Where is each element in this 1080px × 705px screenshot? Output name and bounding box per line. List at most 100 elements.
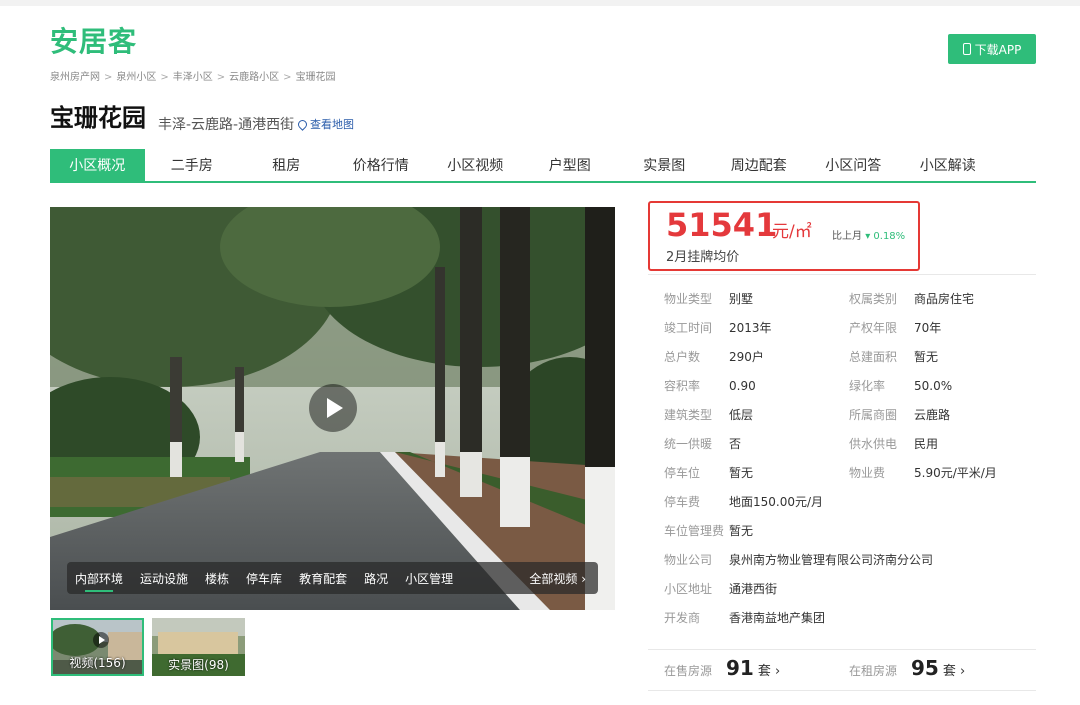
breadcrumb-item[interactable]: 云鹿路小区 [229, 72, 279, 83]
info-row: 总建面积 暂无 [849, 348, 938, 376]
breadcrumb-item[interactable]: 泉州小区 [116, 72, 156, 83]
video-thumbnail-label: 视频(156) [69, 656, 126, 670]
for-rent-count: 95 [911, 656, 939, 680]
tab-floorplan[interactable]: 户型图 [523, 149, 618, 181]
info-value: 0.90 [729, 379, 756, 393]
info-key: 物业公司 [664, 553, 713, 567]
info-row: 统一供暖 否 [664, 435, 741, 463]
info-row: 物业公司 泉州南方物业管理有限公司济南分公司 [664, 551, 933, 579]
tab-analysis[interactable]: 小区解读 [901, 149, 996, 181]
page-title: 宝珊花园 [50, 104, 146, 132]
info-key: 总建面积 [849, 350, 898, 364]
info-row: 车位管理费 暂无 [664, 522, 753, 550]
info-value: 民用 [914, 437, 939, 451]
video-thumbnail[interactable]: 视频(156) [51, 618, 144, 676]
info-key: 停车位 [664, 466, 701, 480]
tab-price-trend[interactable]: 价格行情 [334, 149, 429, 181]
price-unit: 元/㎡ [772, 222, 812, 242]
tab-second-hand[interactable]: 二手房 [145, 149, 240, 181]
down-arrow-icon: ▾ [865, 231, 871, 242]
tab-video[interactable]: 小区视频 [428, 149, 523, 181]
video-cat-garage[interactable]: 停车库 [246, 570, 282, 587]
video-cat-sports[interactable]: 运动设施 [140, 570, 188, 587]
info-key: 统一供暖 [664, 437, 713, 451]
video-cat-management[interactable]: 小区管理 [405, 570, 453, 587]
info-key: 总户数 [664, 350, 701, 364]
info-key: 小区地址 [664, 582, 713, 596]
download-app-label: 下载APP [974, 42, 1022, 57]
info-value: 否 [729, 437, 742, 451]
site-logo[interactable]: 安居客 [50, 24, 137, 60]
tab-rent[interactable]: 租房 [239, 149, 334, 181]
divider [648, 690, 1036, 691]
info-value: 别墅 [729, 292, 754, 306]
breadcrumb-separator: > [216, 72, 226, 83]
breadcrumb: 泉州房产网 > 泉州小区 > 丰泽小区 > 云鹿路小区 > 宝珊花园 [50, 68, 336, 83]
info-key: 权属类别 [849, 292, 898, 306]
info-row: 权属类别 商品房住宅 [849, 290, 974, 318]
for-rent-listings[interactable]: 在租房源 95 套 › [849, 656, 965, 680]
all-videos-link[interactable]: 全部视频 › [529, 570, 586, 587]
photo-thumbnail[interactable]: 实景图(98) [152, 618, 245, 676]
info-row: 供水供电 民用 [849, 435, 938, 463]
price-highlight-box: 51541 元/㎡ 比上月 ▾ 0.18% 2月挂牌均价 [648, 201, 920, 271]
for-sale-listings[interactable]: 在售房源 91 套 › [664, 656, 780, 680]
info-row: 小区地址 通港西街 [664, 580, 777, 608]
info-key: 开发商 [664, 611, 701, 625]
download-app-button[interactable]: 下载APP [948, 34, 1036, 64]
play-triangle [327, 398, 343, 418]
video-category-bar: 内部环境 运动设施 楼栋 停车库 教育配套 路况 小区管理 全部视频 › [67, 562, 598, 594]
tab-photos[interactable]: 实景图 [617, 149, 712, 181]
play-icon[interactable] [309, 384, 357, 432]
for-rent-unit: 套 › [942, 664, 966, 679]
view-map-label: 查看地图 [310, 118, 354, 131]
info-key: 供水供电 [849, 437, 898, 451]
info-key: 竣工时间 [664, 321, 713, 335]
info-value: 泉州南方物业管理有限公司济南分公司 [729, 553, 934, 567]
info-value: 暂无 [729, 466, 754, 480]
breadcrumb-item[interactable]: 丰泽小区 [173, 72, 213, 83]
breadcrumb-item[interactable]: 泉州房产网 [50, 72, 100, 83]
video-cat-education[interactable]: 教育配套 [299, 570, 347, 587]
video-cat-buildings[interactable]: 楼栋 [205, 570, 229, 587]
price-period-label: 2月挂牌均价 [666, 250, 740, 265]
tab-overview[interactable]: 小区概况 [50, 149, 145, 181]
info-row: 产权年限 70年 [849, 319, 941, 347]
info-row: 所属商圈 云鹿路 [849, 406, 950, 434]
breadcrumb-separator: > [104, 72, 113, 83]
info-row: 建筑类型 低层 [664, 406, 753, 434]
info-key: 物业类型 [664, 292, 713, 306]
tab-surroundings[interactable]: 周边配套 [712, 149, 807, 181]
price-change: 比上月 ▾ 0.18% [832, 227, 905, 242]
video-cat-roads[interactable]: 路况 [364, 570, 388, 587]
info-value: 2013年 [729, 321, 772, 335]
info-row: 竣工时间 2013年 [664, 319, 772, 347]
breadcrumb-separator: > [160, 72, 169, 83]
tab-qa[interactable]: 小区问答 [806, 149, 901, 181]
for-sale-count: 91 [726, 656, 754, 680]
info-value: 70年 [914, 321, 942, 335]
info-value: 地面150.00元/月 [729, 495, 824, 509]
phone-icon [962, 43, 971, 55]
map-pin-icon [296, 117, 309, 131]
info-value: 暂无 [914, 350, 939, 364]
info-value: 云鹿路 [914, 408, 951, 422]
divider [648, 649, 1036, 650]
for-sale-unit: 套 › [757, 664, 781, 679]
breadcrumb-separator: > [283, 72, 292, 83]
top-strip [0, 0, 1080, 6]
tab-bar: 小区概况 二手房 租房 价格行情 小区视频 户型图 实景图 周边配套 小区问答 … [50, 149, 1036, 183]
info-key: 绿化率 [849, 379, 886, 393]
info-key: 车位管理费 [664, 524, 725, 538]
info-row: 物业类型 别墅 [664, 290, 753, 318]
divider [648, 274, 1036, 275]
price-change-value: 0.18% [873, 231, 906, 242]
video-cat-interior[interactable]: 内部环境 [75, 570, 123, 592]
info-value: 通港西街 [729, 582, 778, 596]
info-row: 开发商 香港南益地产集团 [664, 609, 825, 637]
info-row: 物业费 5.90元/平米/月 [849, 464, 997, 492]
info-row: 停车费 地面150.00元/月 [664, 493, 823, 521]
view-map-link[interactable]: 查看地图 [296, 116, 354, 132]
info-value: 低层 [729, 408, 754, 422]
info-key: 停车费 [664, 495, 701, 509]
